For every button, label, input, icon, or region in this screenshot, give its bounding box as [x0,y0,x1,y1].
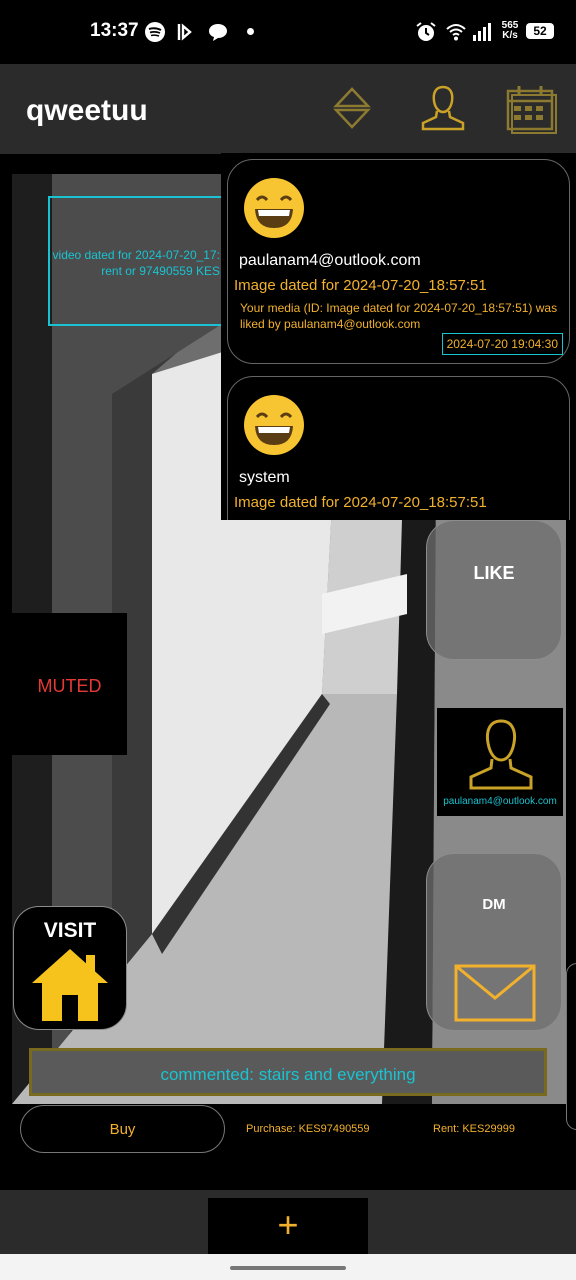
add-icon: + [277,1204,299,1245]
beeper-icon [177,23,192,41]
battery-icon: 52 [526,23,554,39]
notification-message: Your media (ID: Image dated for 2024-07-… [240,301,558,331]
price-bar: Purchase: KES97490559 Rent: KES29999 [226,1105,555,1153]
spotify-icon [145,22,165,42]
video-caption-line2: rent or 97490559 KES [101,264,220,278]
notification-card[interactable]: system Image dated for 2024-07-20_18:57:… [227,376,570,520]
comment-box[interactable]: commented: stairs and everything [29,1048,547,1096]
comment-text: commented: stairs and everything [160,1065,416,1084]
side-handle[interactable] [566,963,576,1130]
grinning-emoji-icon [244,395,304,455]
mail-icon [454,964,536,1022]
mute-toggle[interactable]: MUTED [12,613,127,755]
app-title: qweetuu [26,94,148,127]
wifi-icon [446,24,466,41]
buy-label: Buy [109,1121,136,1138]
dm-label: DM [482,896,506,913]
profile-button[interactable]: paulanam4@outlook.com [437,708,563,816]
user-icon[interactable] [420,84,466,132]
calendar-icon[interactable] [505,84,557,134]
dot-icon [247,28,254,35]
add-button[interactable]: + [208,1198,368,1254]
notification-user: system [239,469,290,486]
status-time: 13:37 [90,20,139,41]
home-indicator[interactable] [230,1266,346,1270]
notification-card[interactable]: paulanam4@outlook.com Image dated for 20… [227,159,570,364]
visit-button[interactable]: VISIT [13,906,127,1030]
like-label: LIKE [473,563,515,583]
grinning-emoji-icon [244,178,304,238]
notifications-panel[interactable]: paulanam4@outlook.com Image dated for 20… [221,153,576,520]
home-icon [32,949,108,1021]
network-speed: 565 K/s [501,20,519,41]
alarm-icon [416,22,436,41]
like-button[interactable]: LIKE [426,520,562,660]
purchase-price: Purchase: KES97490559 [246,1123,370,1135]
visit-label: VISIT [43,919,97,942]
video-caption-line1: video dated for 2024-07-20_17: [52,248,220,262]
video-caption-box: video dated for 2024-07-20_17: rent or 9… [48,196,224,326]
chat-icon [209,24,227,41]
signal-icon [473,23,491,41]
muted-label: MUTED [37,676,102,696]
user-icon [469,719,533,790]
notification-title: Image dated for 2024-07-20_18:57:51 [234,277,487,294]
profile-email: paulanam4@outlook.com [443,796,557,807]
notification-title: Image dated for 2024-07-20_18:57:51 [234,494,487,511]
dm-button[interactable]: DM [426,853,562,1031]
buy-button[interactable]: Buy [20,1105,225,1153]
rent-price: Rent: KES29999 [433,1123,515,1135]
notification-timestamp: 2024-07-20 19:04:30 [441,333,563,355]
notification-user: paulanam4@outlook.com [239,252,421,269]
sort-icon[interactable] [332,86,372,130]
